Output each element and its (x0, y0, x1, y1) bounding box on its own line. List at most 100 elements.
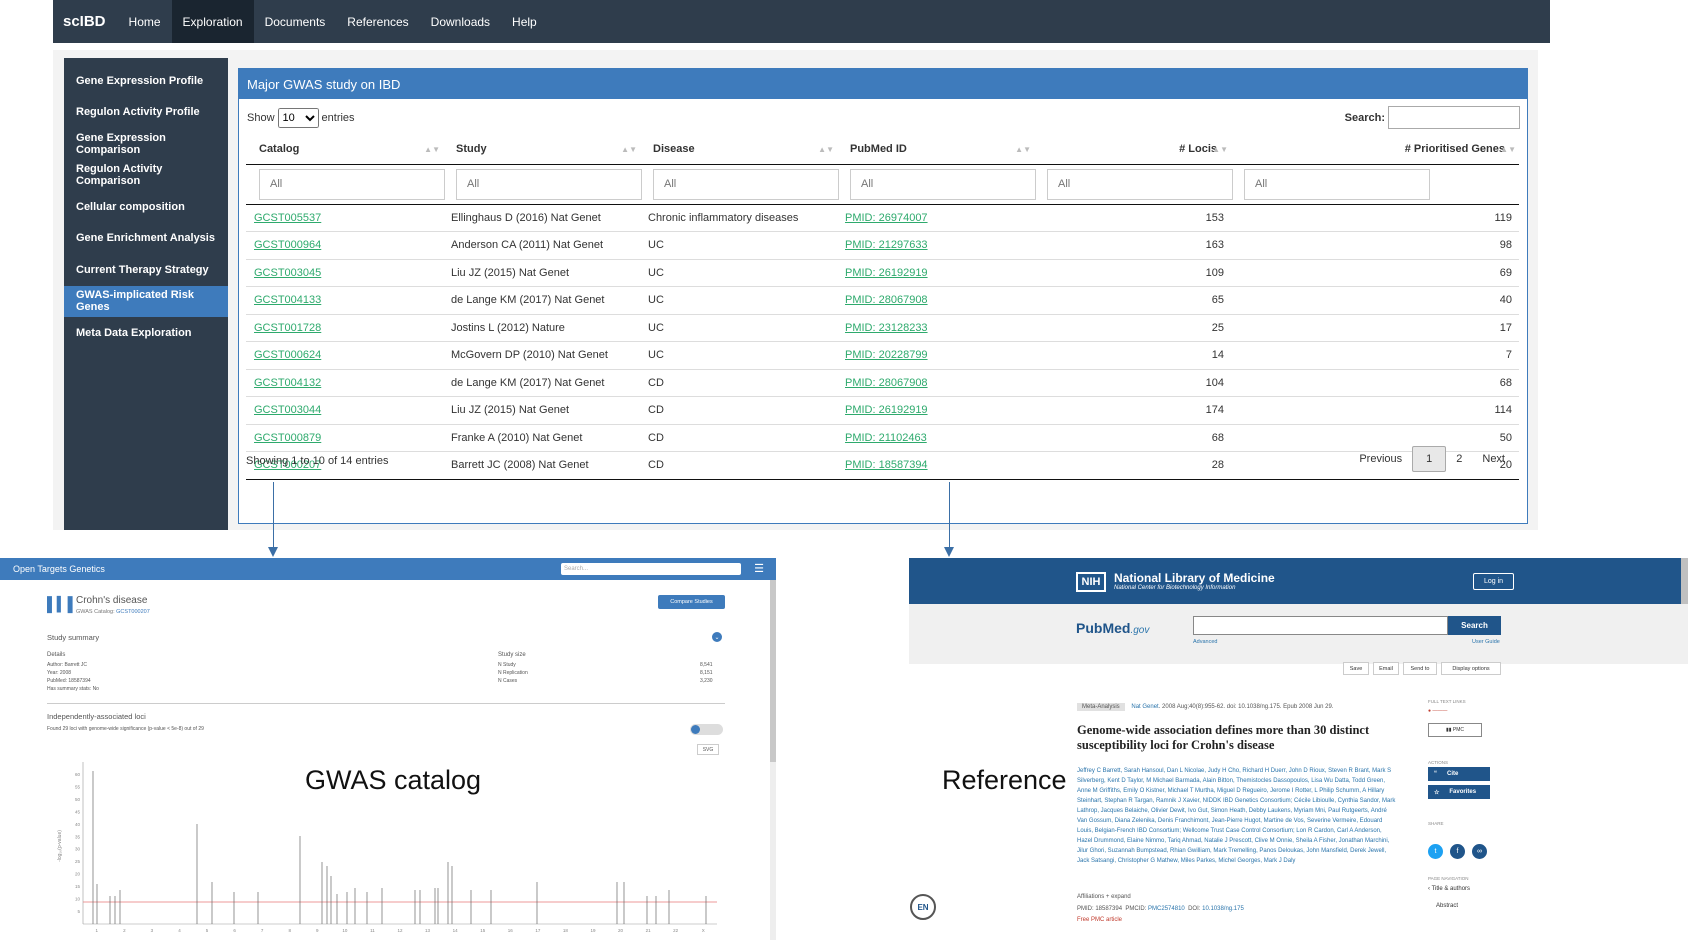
link-icon[interactable]: ∞ (1472, 844, 1487, 859)
doi-link[interactable]: 10.1038/ng.175 (1202, 906, 1244, 912)
pubmed-link[interactable]: PMID: 23128233 (845, 322, 928, 334)
nav-downloads[interactable]: Downloads (420, 0, 501, 43)
filter-catalog[interactable] (259, 168, 445, 200)
pmc-full-text-icon[interactable]: ▮▮ PMC (1428, 723, 1482, 737)
catalog-link[interactable]: GCST003045 (254, 267, 321, 279)
author-list[interactable]: Jeffrey C Barrett, Sarah Hansoul, Dan L … (1077, 766, 1397, 866)
pubmed-link[interactable]: PMID: 18587394 (845, 459, 928, 471)
catalog-link[interactable]: GCST005537 (254, 212, 321, 224)
pubmed-link[interactable]: PMID: 26192919 (845, 267, 928, 279)
sidebar-item-current-therapy-strategy[interactable]: Current Therapy Strategy (64, 254, 228, 286)
genes-cell: 69 (1231, 258, 1519, 287)
catalog-link[interactable]: GCST004133 (254, 294, 321, 306)
meta-analysis-tag: Meta-Analysis (1077, 703, 1125, 711)
next-button[interactable]: Next (1472, 447, 1515, 471)
catalog-link[interactable]: GCST000624 (254, 349, 321, 361)
otg-title[interactable]: Open Targets Genetics (13, 564, 105, 574)
filter-disease[interactable] (653, 168, 839, 200)
save-button[interactable]: Save (1343, 662, 1369, 675)
search-input[interactable] (1388, 106, 1520, 129)
pubmed-link[interactable]: PMID: 26974007 (845, 212, 928, 224)
page-length-select[interactable]: 10 (277, 108, 319, 128)
pmcid-link[interactable]: PMC2574810 (1148, 906, 1185, 912)
login-button[interactable]: Log in (1473, 573, 1514, 590)
pubmed-link[interactable]: PMID: 28067908 (845, 377, 928, 389)
table-row: GCST000964 Anderson CA (2011) Nat Genet UC… (246, 231, 1519, 259)
otg-scrollbar-thumb[interactable] (770, 580, 776, 762)
advanced-link[interactable]: Advanced (1193, 639, 1217, 645)
compare-studies-button[interactable]: Compare Studies (658, 595, 725, 609)
sidebar-item-gene-enrichment-analysis[interactable]: Gene Enrichment Analysis (64, 223, 228, 255)
nav-references[interactable]: References (336, 0, 419, 43)
nav-help[interactable]: Help (501, 0, 548, 43)
pubmed-search-button[interactable]: Search (1448, 616, 1501, 635)
nav-documents[interactable]: Documents (254, 0, 337, 43)
pubmed-link[interactable]: PMID: 28067908 (845, 294, 928, 306)
filter-locis[interactable] (1047, 168, 1233, 200)
nav-abstract[interactable]: Abstract (1436, 903, 1458, 909)
sidebar-item-cellular-composition[interactable]: Cellular composition (64, 191, 228, 223)
catalog-link[interactable]: GCST004132 (254, 377, 321, 389)
locis-cell: 174 (1034, 396, 1231, 424)
catalog-link[interactable]: GCST001728 (254, 322, 321, 334)
facebook-icon[interactable]: f (1450, 844, 1465, 859)
sidebar-item-regulon-activity-comparison[interactable]: Regulon Activity Comparison (64, 160, 228, 192)
study-cell: Franke A (2010) Nat Genet (443, 423, 640, 452)
filter-pubmed[interactable] (850, 168, 1036, 200)
otg-scrollbar[interactable] (770, 580, 776, 940)
filter-study[interactable] (456, 168, 642, 200)
col-prioritised-genes[interactable]: # Prioritised Genes ▲▼ (1231, 135, 1519, 165)
nih-logo[interactable]: NIH (1076, 572, 1106, 592)
catalog-link[interactable]: GCST003044 (254, 404, 321, 416)
catalog-link[interactable]: GCST000879 (254, 432, 321, 444)
pubmed-search-input[interactable] (1193, 616, 1448, 635)
table-controls: Show 10 entries Search: (239, 99, 1527, 135)
send-to-button[interactable]: Send to (1403, 662, 1437, 675)
user-guide-link[interactable]: User Guide (1472, 639, 1500, 645)
col-pubmed[interactable]: PubMed ID ▲▼ (837, 135, 1034, 165)
display-options-button[interactable]: Display options (1441, 662, 1501, 675)
svg-download-button[interactable]: SVG (697, 744, 719, 755)
publisher-link-icon[interactable]: ● ——— (1428, 708, 1482, 718)
sidebar-item-meta-data-exploration[interactable]: Meta Data Exploration (64, 317, 228, 349)
page-2-button[interactable]: 2 (1446, 447, 1472, 471)
y-tick-label: 10 (75, 897, 81, 902)
pubmed-cell: PMID: 20228799 (837, 341, 1034, 369)
catalog-link[interactable]: GCST000964 (254, 239, 321, 251)
hamburger-menu-icon[interactable]: ☰ (754, 562, 764, 575)
pubmed-link[interactable]: PMID: 20228799 (845, 349, 928, 361)
loci-description: Found 29 loci with genome-wide significa… (47, 726, 204, 732)
pubmed-logo[interactable]: PubMed.gov (1076, 620, 1149, 636)
sidebar-item-gwas-risk-genes[interactable]: GWAS-implicated Risk Genes (64, 285, 228, 317)
nav-home[interactable]: Home (118, 0, 172, 43)
page-1-button[interactable]: 1 (1412, 446, 1447, 472)
collapse-icon[interactable]: ⌄ (712, 632, 722, 642)
cite-button[interactable]: “Cite (1428, 767, 1490, 781)
brand-logo[interactable]: scIBD (53, 0, 118, 43)
col-disease[interactable]: Disease ▲▼ (640, 135, 837, 165)
favorites-button[interactable]: ☆ Favorites (1428, 785, 1490, 799)
study-cell: Ellinghaus D (2016) Nat Genet (443, 203, 640, 232)
otg-search-input[interactable]: Search... (561, 563, 741, 575)
star-icon: ☆ (1434, 789, 1440, 796)
col-catalog[interactable]: Catalog ▲▼ (246, 135, 443, 165)
pubmed-link[interactable]: PMID: 26192919 (845, 404, 928, 416)
filter-genes[interactable] (1244, 168, 1430, 200)
email-button[interactable]: Email (1373, 662, 1399, 675)
previous-button[interactable]: Previous (1349, 447, 1412, 471)
free-pmc-article[interactable]: Free PMC article (1077, 917, 1122, 923)
col-locis[interactable]: # Locis ▲▼ (1034, 135, 1231, 165)
sidebar-item-gene-expression-profile[interactable]: Gene Expression Profile (64, 65, 228, 97)
sidebar-item-regulon-activity-profile[interactable]: Regulon Activity Profile (64, 97, 228, 129)
twitter-icon[interactable]: t (1428, 844, 1443, 859)
pubmed-link[interactable]: PMID: 21102463 (845, 432, 927, 444)
col-study[interactable]: Study ▲▼ (443, 135, 640, 165)
nav-title-authors[interactable]: ‹ Title & authors (1428, 886, 1470, 892)
sidebar-item-gene-expression-comparison[interactable]: Gene Expression Comparison (64, 128, 228, 160)
catalog-id-link[interactable]: GCST000207 (116, 609, 150, 615)
journal-link[interactable]: Nat Genet (1131, 704, 1158, 710)
nav-exploration[interactable]: Exploration (171, 0, 254, 43)
affiliations-toggle[interactable]: Affiliations + expand (1077, 894, 1131, 900)
language-badge[interactable]: EN (910, 894, 936, 920)
pubmed-link[interactable]: PMID: 21297633 (845, 239, 928, 251)
